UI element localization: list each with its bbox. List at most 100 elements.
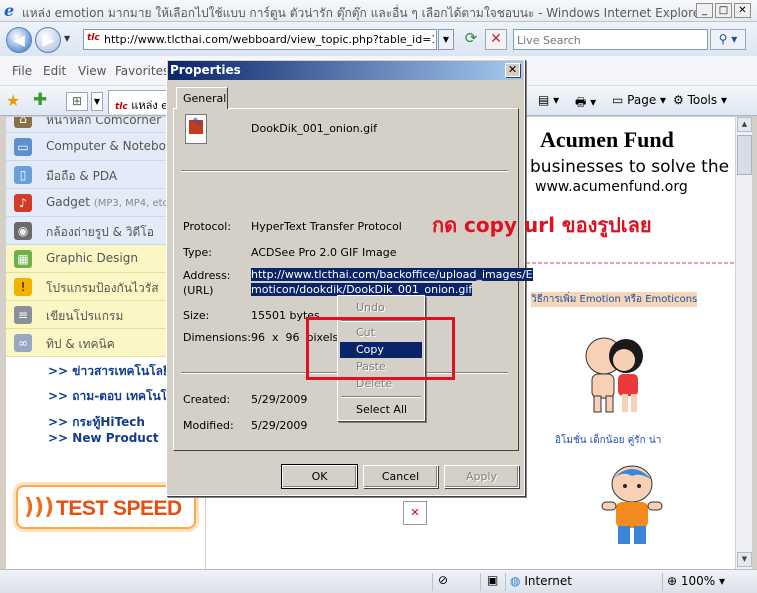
- link-tech-qa[interactable]: >> ถาม-ตอบ เทคโนโลยี: [48, 387, 182, 406]
- popup-blocker-icon[interactable]: ▣: [487, 573, 498, 587]
- ad-url[interactable]: www.acumenfund.org: [535, 179, 688, 195]
- address-bar: ◀ ▶ ▼ tlc http://www.tlcthai.com/webboar…: [0, 22, 757, 56]
- highlight-rectangle: [306, 317, 455, 380]
- ad-subtitle: businesses to solve the pr: [530, 157, 735, 177]
- minimize-button[interactable]: _: [696, 3, 713, 18]
- stop-icon[interactable]: ✕: [485, 29, 507, 50]
- tab-favicon-icon: tlc: [115, 102, 128, 112]
- link-hitech-board[interactable]: >> กระทู้HiTech: [48, 413, 145, 432]
- add-favorite-icon[interactable]: ✚: [33, 90, 47, 110]
- ok-button[interactable]: OK: [281, 464, 358, 489]
- camera-icon: ◉: [14, 222, 32, 240]
- address-line-1[interactable]: http://www.tlcthai.com/backoffice/upload…: [251, 268, 533, 281]
- address-label: Address:: [183, 269, 231, 282]
- link-tech-news[interactable]: >> ข่าวสารเทคโนโลยี: [48, 362, 170, 381]
- security-zone[interactable]: ◍ Internet: [510, 574, 572, 588]
- category-label: กล้องถ่ายรูป & วิดีโอ: [46, 225, 154, 239]
- page-scrollbar[interactable]: ▲ ▼: [735, 117, 752, 569]
- type-value: ACDSee Pro 2.0 GIF Image: [251, 246, 397, 259]
- link-new-product[interactable]: >> New Product: [48, 431, 159, 445]
- waving-boy-emoticon: [601, 465, 663, 544]
- emoticon-howto-link[interactable]: วิธีการเพิ่ม Emotion หรือ Emoticons: [531, 292, 698, 307]
- page-menu[interactable]: ▭ Page ▾: [612, 93, 666, 107]
- protocol-label: Protocol:: [183, 220, 232, 233]
- file-name: DookDik_001_onion.gif: [251, 122, 378, 135]
- url-label: (URL): [183, 284, 214, 297]
- scroll-down-icon[interactable]: ▼: [737, 552, 752, 567]
- url-text[interactable]: http://www.tlcthai.com/webboard/view_top…: [104, 33, 434, 46]
- dimensions-label: Dimensions:: [183, 331, 251, 344]
- category-label: หน้าหลัก Comcorner: [46, 117, 162, 127]
- refresh-icon[interactable]: ⟳: [460, 29, 482, 50]
- menu-view[interactable]: View: [78, 64, 106, 78]
- ad-title[interactable]: Acumen Fund: [540, 127, 674, 153]
- gif-file-icon: [185, 114, 207, 144]
- warning-icon: !: [14, 278, 32, 296]
- window-title: แหล่ง emotion มากมาย ให้เลือกไปใช้แบบ กา…: [22, 6, 706, 20]
- page-menu-label: Page: [627, 93, 657, 107]
- close-button[interactable]: ✕: [734, 3, 751, 18]
- dialog-title-bar[interactable]: Properties ✕: [168, 61, 523, 80]
- status-divider: [662, 573, 663, 591]
- browser-tab[interactable]: tlc แหล่ง e: [108, 90, 170, 114]
- category-label: Graphic Design: [46, 251, 138, 265]
- apply-button[interactable]: Apply: [444, 465, 519, 488]
- menu-edit[interactable]: Edit: [43, 64, 66, 78]
- code-icon: ≡: [14, 306, 32, 324]
- menu-favorites[interactable]: Favorites: [115, 64, 169, 78]
- kissing-kids-emoticon: [585, 337, 643, 413]
- modified-label: Modified:: [183, 419, 234, 432]
- gadget-icon: ♪: [14, 194, 32, 212]
- privacy-icon[interactable]: ⊘: [438, 573, 448, 587]
- site-favicon-icon: tlc: [87, 33, 100, 43]
- back-button[interactable]: ◀: [6, 27, 32, 53]
- divider: [181, 170, 508, 172]
- divider: [520, 262, 735, 264]
- tab-list-dropdown-icon[interactable]: ▼: [91, 92, 103, 111]
- globe-icon: ◍: [510, 574, 521, 588]
- search-input[interactable]: [517, 31, 707, 49]
- annotation-note: กด copy url ของรูปเลย: [432, 213, 652, 237]
- home-icon: ⌂: [14, 117, 32, 128]
- zoom-level[interactable]: ⊕ 100% ▾: [667, 574, 725, 588]
- history-dropdown-icon[interactable]: ▼: [64, 34, 70, 43]
- ie-logo-icon: e: [4, 1, 15, 20]
- graphic-icon: ▦: [14, 250, 32, 268]
- scroll-thumb[interactable]: [737, 135, 752, 175]
- feeds-icon[interactable]: ▤ ▾: [538, 93, 559, 107]
- address-value[interactable]: http://www.tlcthai.com/backoffice/upload…: [251, 267, 533, 297]
- computer-icon: ▭: [14, 138, 32, 156]
- created-value: 5/29/2009: [251, 393, 308, 406]
- menu-undo[interactable]: Undo: [340, 300, 422, 316]
- dialog-close-button[interactable]: ✕: [505, 63, 520, 77]
- url-dropdown-icon[interactable]: ▼: [438, 29, 454, 50]
- url-field[interactable]: tlc http://www.tlcthai.com/webboard/view…: [83, 29, 437, 50]
- type-label: Type:: [183, 246, 212, 259]
- category-label: มือถือ & PDA: [46, 169, 118, 183]
- menu-select-all[interactable]: Select All: [340, 402, 422, 418]
- search-box[interactable]: [513, 29, 708, 50]
- mobile-icon: ▯: [14, 166, 32, 184]
- menu-file[interactable]: File: [12, 64, 32, 78]
- search-button[interactable]: ⚲ ▾: [710, 29, 746, 50]
- emoticon-caption: อิโมชั่น เด็กน้อย คู่รัก น่า: [555, 435, 662, 446]
- print-icon[interactable]: 🖶 ▾: [575, 93, 596, 114]
- tab-general[interactable]: General: [176, 87, 228, 109]
- quick-tabs-icon[interactable]: ⊞: [66, 92, 88, 111]
- test-speed-label: TEST SPEED: [56, 497, 182, 520]
- menu-separator: [341, 396, 421, 398]
- category-label: เขียนโปรแกรม: [46, 309, 124, 323]
- zoom-icon: ⊕: [667, 574, 678, 588]
- broken-image-icon[interactable]: ✕: [403, 501, 427, 525]
- category-label: Computer & Notebook: [46, 139, 181, 153]
- title-bar: e แหล่ง emotion มากมาย ให้เลือกไปใช้แบบ …: [0, 0, 757, 22]
- dialog-title: Properties: [170, 63, 241, 77]
- maximize-button[interactable]: □: [715, 3, 732, 18]
- modified-value: 5/29/2009: [251, 419, 308, 432]
- forward-button[interactable]: ▶: [35, 27, 61, 53]
- status-divider: [505, 573, 506, 591]
- cancel-button[interactable]: Cancel: [363, 465, 438, 488]
- tools-menu[interactable]: ⚙ Tools ▾: [673, 93, 727, 107]
- favorites-star-icon[interactable]: ★: [6, 91, 20, 110]
- scroll-up-icon[interactable]: ▲: [737, 117, 752, 132]
